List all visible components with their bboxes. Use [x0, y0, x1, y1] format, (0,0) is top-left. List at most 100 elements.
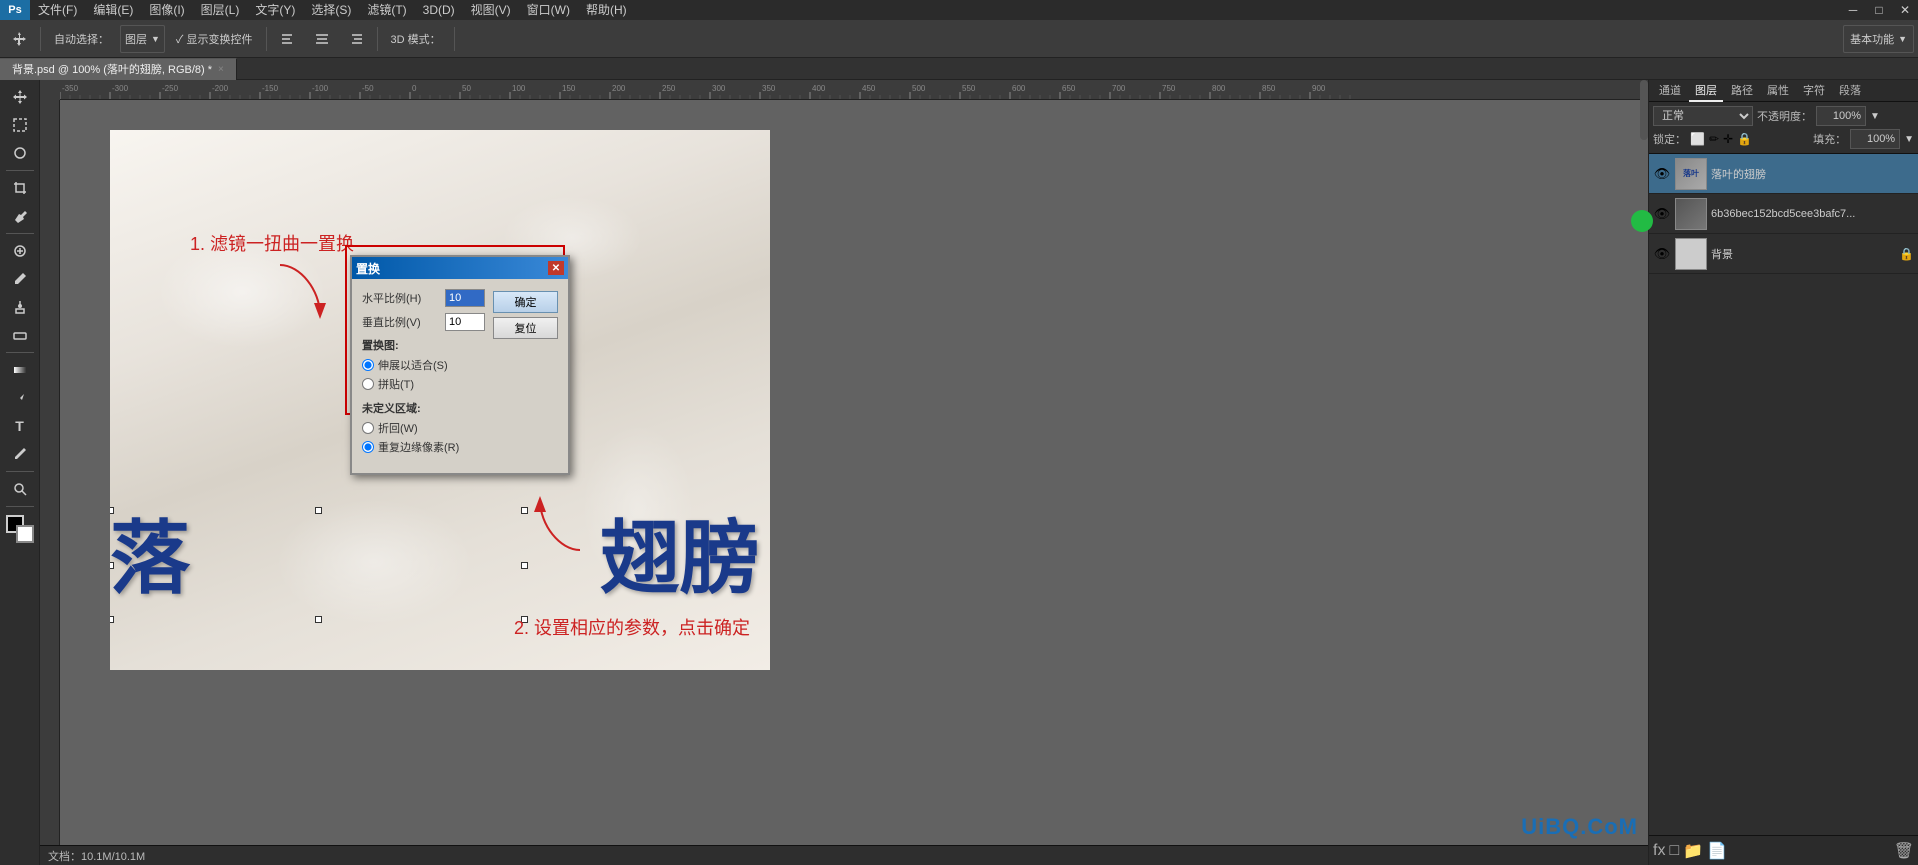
minimize-button[interactable]: ─: [1840, 0, 1866, 20]
reset-button[interactable]: 复位: [493, 317, 558, 339]
svg-text:700: 700: [1112, 84, 1126, 93]
tool-pen[interactable]: [4, 441, 36, 467]
tool-eyedropper[interactable]: [4, 203, 36, 229]
displacement-map-options: 伸展以适合(S) 拼贴(T): [362, 357, 485, 392]
tool-move[interactable]: [4, 84, 36, 110]
h-scale-row: 水平比例(H): [362, 289, 485, 307]
tool-gradient[interactable]: [4, 357, 36, 383]
menu-help[interactable]: 帮助(H): [578, 0, 635, 20]
opacity-input[interactable]: [1816, 106, 1866, 126]
tab-layer[interactable]: 图层: [1689, 80, 1723, 102]
blend-mode-select[interactable]: 正常: [1653, 106, 1753, 126]
menu-view[interactable]: 视图(V): [463, 0, 519, 20]
svg-text:500: 500: [912, 84, 926, 93]
tool-eraser[interactable]: [4, 322, 36, 348]
svg-text:300: 300: [712, 84, 726, 93]
v-scale-input[interactable]: [445, 313, 485, 331]
svg-text:-300: -300: [112, 84, 129, 93]
maximize-button[interactable]: □: [1866, 0, 1892, 20]
watermark: UiBQ.CoM: [1521, 814, 1638, 840]
dialog-body: 水平比例(H) 垂直比例(V) 置换图:: [352, 279, 568, 473]
stretch-radio[interactable]: [362, 359, 374, 371]
tool-crop[interactable]: [4, 175, 36, 201]
canvas-image: 1. 滤镜一扭曲一置换 落 翅膀 2. 设置相应的参: [60, 100, 1648, 845]
menu-text[interactable]: 文字(Y): [247, 0, 303, 20]
h-scale-input[interactable]: [445, 289, 485, 307]
close-button[interactable]: ✕: [1892, 0, 1918, 20]
new-layer-btn[interactable]: 📄: [1707, 841, 1727, 861]
document-tab[interactable]: 背景.psd @ 100% (落叶的翅膀, RGB/8) * ×: [0, 58, 237, 80]
lock-image-btn[interactable]: ✏: [1709, 132, 1719, 146]
layer-name: 6b36bec152bcd5cee3bafc7...: [1711, 208, 1914, 220]
dialog-close-btn[interactable]: ✕: [548, 261, 564, 275]
layer-item[interactable]: 👁 背景 🔒: [1649, 234, 1918, 274]
tool-path-select[interactable]: [4, 385, 36, 411]
tool-text[interactable]: T: [4, 413, 36, 439]
svg-text:50: 50: [462, 84, 471, 93]
workspace-preset[interactable]: 基本功能 ▼: [1843, 25, 1914, 53]
wraparound-radio[interactable]: [362, 422, 374, 434]
tool-healing[interactable]: [4, 238, 36, 264]
align-center-btn[interactable]: [307, 25, 337, 53]
lock-position-btn[interactable]: ✛: [1723, 132, 1733, 146]
left-toolbar: T: [0, 80, 40, 865]
tile-radio[interactable]: [362, 378, 374, 390]
tab-path[interactable]: 路径: [1725, 80, 1759, 102]
tool-rectangle-select[interactable]: [4, 112, 36, 138]
ruler-corner: [40, 80, 60, 100]
wraparound-label: 折回(W): [378, 420, 418, 436]
tab-close-btn[interactable]: ×: [218, 64, 224, 75]
layer-item[interactable]: 👁 6b36bec152bcd5cee3bafc7...: [1649, 194, 1918, 234]
layer-fx-btn[interactable]: fx: [1653, 842, 1665, 860]
tool-zoom[interactable]: [4, 476, 36, 502]
layer-visibility-toggle[interactable]: 👁: [1653, 165, 1671, 183]
fill-dropdown-icon[interactable]: ▼: [1904, 134, 1914, 145]
auto-select-dropdown[interactable]: 图层 ▼: [120, 25, 165, 53]
layer-item[interactable]: 👁 落叶 落叶的翅膀: [1649, 154, 1918, 194]
new-group-btn[interactable]: 📁: [1683, 841, 1703, 861]
lock-transparent-btn[interactable]: ⬜: [1690, 132, 1705, 146]
menu-edit[interactable]: 编辑(E): [85, 0, 141, 20]
lock-all-btn[interactable]: 🔒: [1737, 132, 1752, 146]
fill-row: 锁定： ⬜ ✏ ✛ 🔒 填充： ▼: [1653, 129, 1914, 149]
menu-layer[interactable]: 图层(L): [193, 0, 248, 20]
svg-text:400: 400: [812, 84, 826, 93]
move-tool-btn[interactable]: [4, 25, 34, 53]
tool-stamp[interactable]: [4, 294, 36, 320]
layer-visibility-toggle[interactable]: 👁: [1653, 205, 1671, 223]
menu-file[interactable]: 文件(F): [30, 0, 85, 20]
tool-lasso[interactable]: [4, 140, 36, 166]
tab-character[interactable]: 字符: [1797, 80, 1831, 102]
tab-paragraph[interactable]: 段落: [1833, 80, 1867, 102]
menu-window[interactable]: 窗口(W): [519, 0, 578, 20]
layer-lock-icon: 🔒: [1899, 247, 1914, 261]
tab-channel[interactable]: 通道: [1653, 80, 1687, 102]
menu-filter[interactable]: 滤镜(T): [359, 0, 414, 20]
dialog-title: 置换: [356, 260, 380, 277]
tab-properties[interactable]: 属性: [1761, 80, 1795, 102]
menu-select[interactable]: 选择(S): [303, 0, 359, 20]
menu-3d[interactable]: 3D(D): [415, 0, 463, 20]
displacement-dialog[interactable]: 置换 ✕ 水平比例(H) 垂直比例(V): [350, 255, 570, 475]
right-panel-scrollbar[interactable]: [1640, 80, 1648, 140]
layer-thumbnail: 落叶: [1675, 158, 1707, 190]
repeat-radio[interactable]: [362, 441, 374, 453]
tool-brush[interactable]: [4, 266, 36, 292]
foreground-background-colors[interactable]: [6, 515, 34, 543]
ok-button[interactable]: 确定: [493, 291, 558, 313]
menu-image[interactable]: 图像(I): [141, 0, 192, 20]
align-left-btn[interactable]: [273, 25, 303, 53]
layer-name: 落叶的翅膀: [1711, 166, 1914, 182]
ruler-vertical: [40, 100, 60, 845]
big-text-right: 翅膀: [600, 494, 760, 610]
layer-visibility-toggle[interactable]: 👁: [1653, 245, 1671, 263]
fill-input[interactable]: [1850, 129, 1900, 149]
dialog-title-bar: 置换 ✕: [352, 257, 568, 279]
show-transform-checkbox[interactable]: ✓ 显示变换控件: [169, 25, 260, 53]
opacity-dropdown-icon[interactable]: ▼: [1870, 111, 1880, 122]
svg-text:800: 800: [1212, 84, 1226, 93]
delete-layer-btn[interactable]: 🗑: [1894, 841, 1914, 861]
align-right-btn[interactable]: [341, 25, 371, 53]
layer-thumbnail: [1675, 238, 1707, 270]
add-mask-btn[interactable]: □: [1669, 842, 1679, 860]
